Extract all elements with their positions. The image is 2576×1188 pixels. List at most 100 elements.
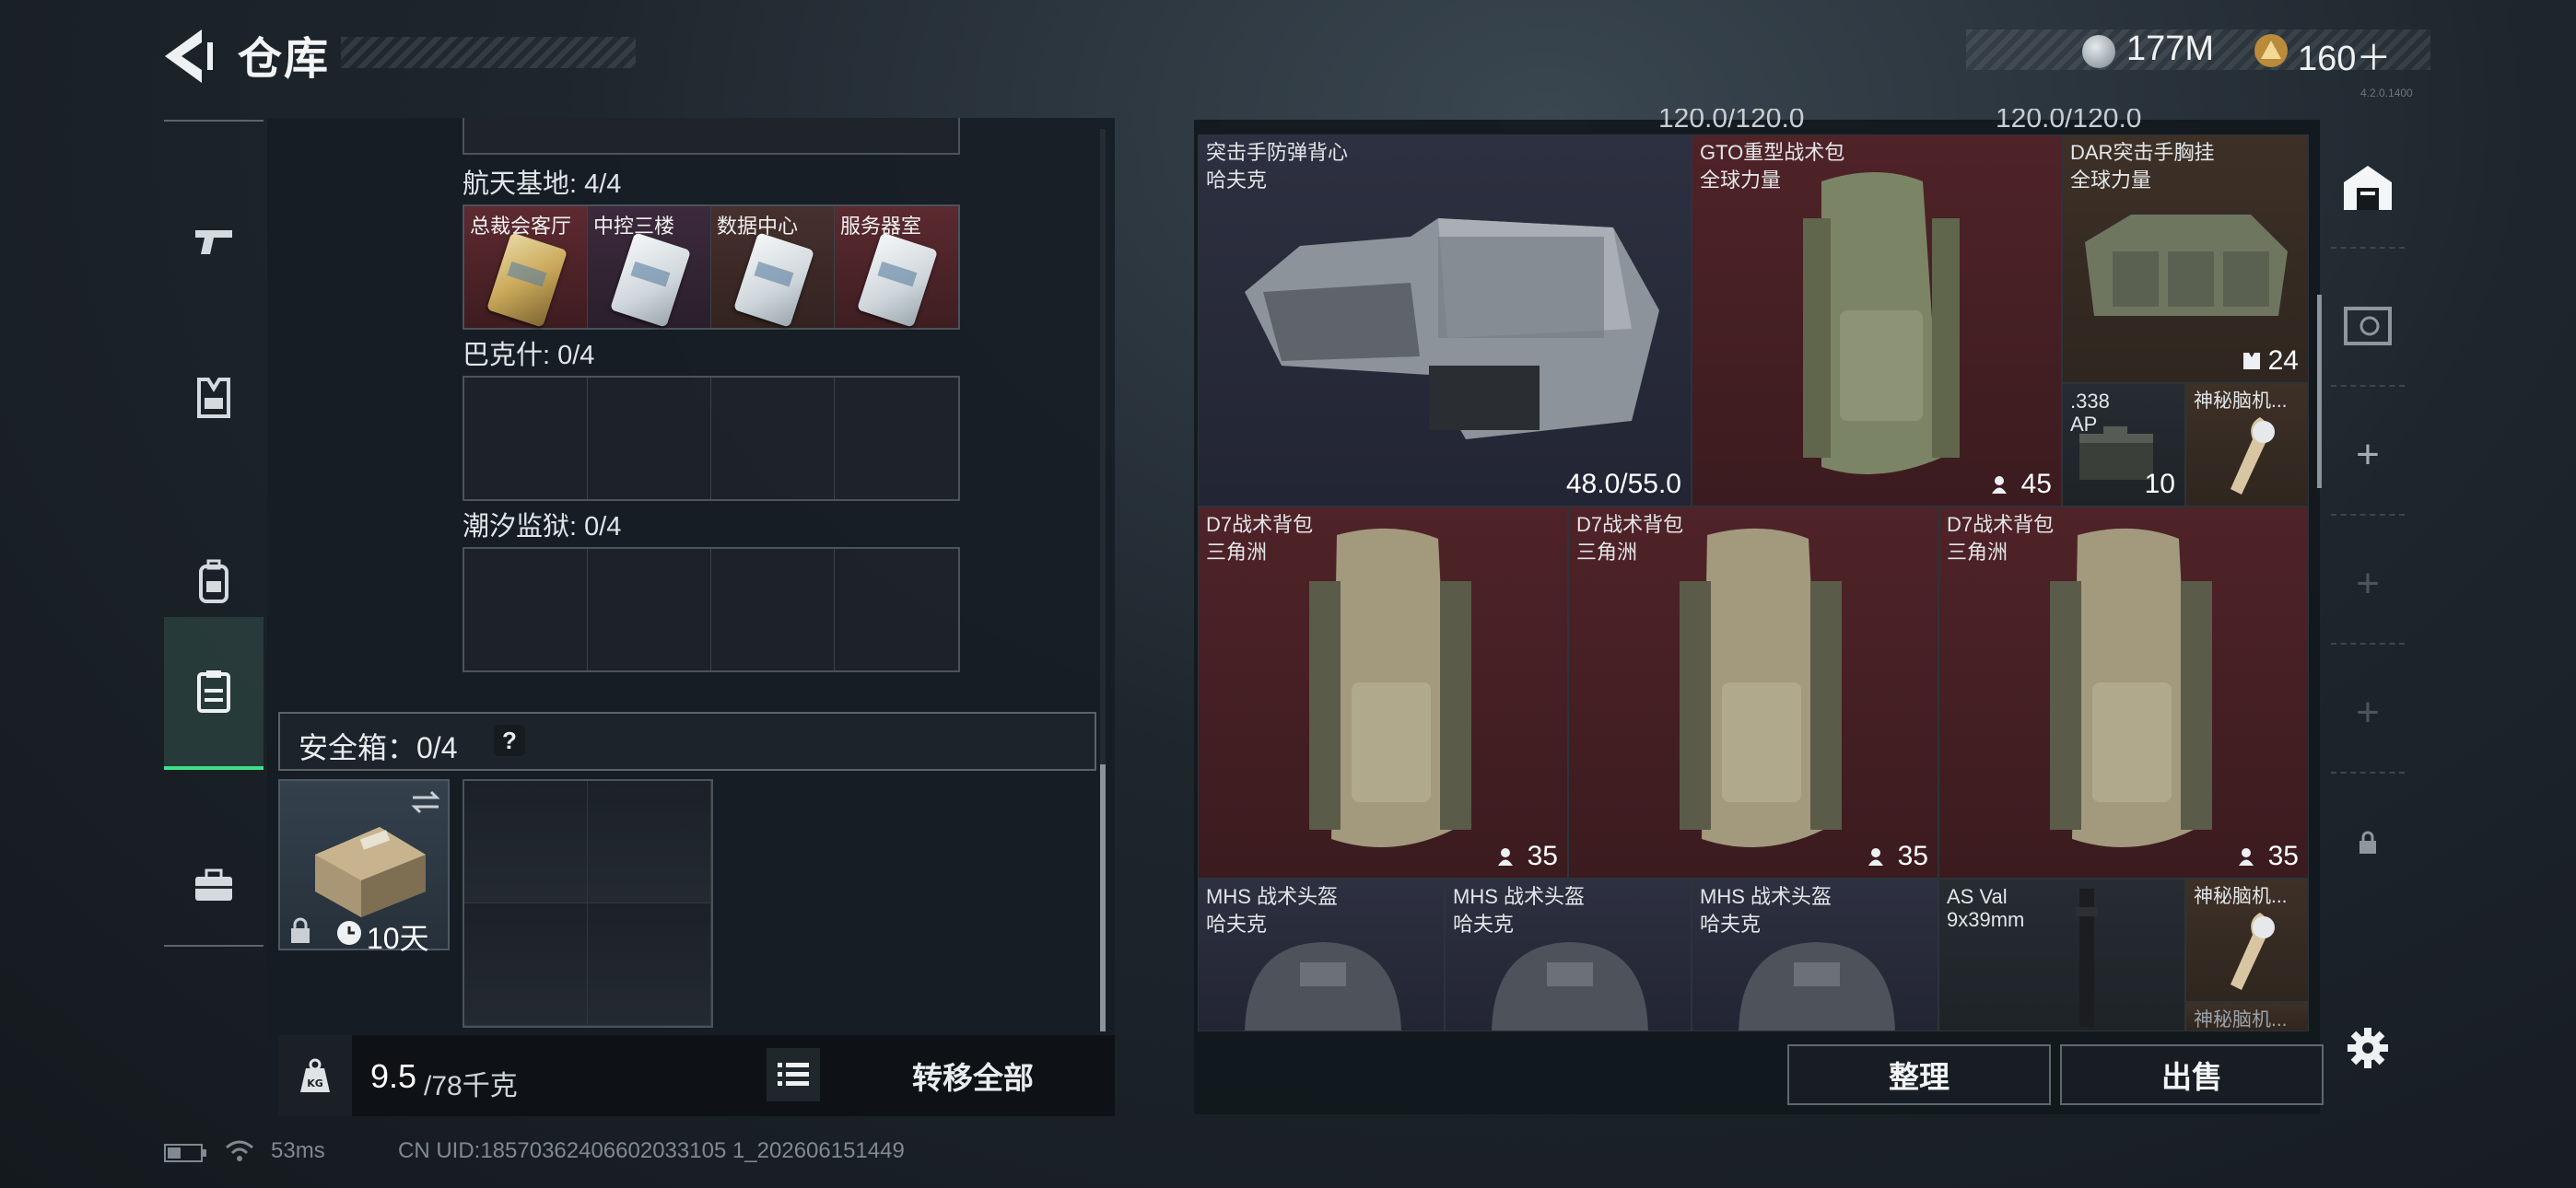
add-storage-button[interactable]: + [2331,396,2405,516]
item-mystery-brain-chip[interactable]: 神秘脑机... [2185,383,2309,507]
storage-tab-main[interactable] [2331,129,2405,249]
item-gto-bag[interactable]: GTO重型战术包 全球力量 45 [1692,134,2062,507]
storage-tab-safe[interactable] [2331,267,2405,387]
empty-slot[interactable] [711,378,835,499]
item-brand: 三角洲 [1206,541,1268,564]
help-button[interactable]: ? [494,725,525,756]
keycard-slot[interactable]: 总裁会客厅 [464,206,588,328]
item-d7-backpack[interactable]: D7战术背包 三角洲 35 [1938,507,2309,879]
empty-slot[interactable] [588,903,711,1026]
empty-slot[interactable] [835,549,958,670]
item-dar-chest-rig[interactable]: DAR突击手胸挂 全球力量 24 [2062,134,2309,383]
item-brand: 哈夫克 [1206,913,1268,936]
warehouse-icon [2344,166,2392,210]
title-decoration [341,37,636,68]
lock-icon [291,917,310,943]
item-338-ammo[interactable]: .338 AP 10 [2062,383,2185,507]
inventory-scrollbar[interactable] [2317,295,2322,488]
item-name: MHS 战术头盔 [1453,885,1586,908]
currency-silver-value: 177M [2126,29,2215,68]
back-button[interactable] [161,26,217,87]
item-count: 10 [2144,469,2175,499]
backpack-icon [199,559,228,603]
swap-icon[interactable] [409,788,442,816]
transfer-all-button[interactable]: 转移全部 [831,1035,1115,1116]
tab-containers[interactable] [164,617,263,770]
category-sidebar [164,120,263,947]
keycard-slot[interactable]: 中控三楼 [588,206,711,328]
item-brand: 三角洲 [1947,541,2008,564]
gold-keycard-icon [486,232,568,328]
item-name: DAR突击手胸挂 [2070,141,2215,164]
storage-tab-column: + + + [2331,129,2405,1050]
keycard-icon [609,232,692,328]
vest-icon [197,378,230,418]
item-brand: 全球力量 [1700,169,1782,192]
organize-button[interactable]: 整理 [1787,1044,2051,1105]
empty-slot[interactable] [464,903,588,1026]
vest-small-icon [2243,353,2260,369]
item-count: 35 [1527,841,1558,871]
bakhsh-keycard-grid [463,376,960,501]
item-d7-backpack[interactable]: D7战术背包 三角洲 35 [1568,507,1938,879]
item-mhs-helmet[interactable]: MHS 战术头盔 哈夫克 [1445,879,1692,1031]
tab-armor[interactable] [164,352,263,444]
page-title: 仓库 [238,35,331,84]
tab-items[interactable] [164,840,263,932]
add-storage-button[interactable]: + [2331,525,2405,645]
empty-slot[interactable] [588,781,711,903]
clipboard-icon [197,670,230,713]
item-name: AS Val [1947,885,2008,908]
item-d7-backpack[interactable]: D7战术背包 三角洲 35 [1198,507,1568,879]
item-mystery-brain-chip[interactable]: 神秘脑机... [2185,879,2309,1002]
weight-icon: KG [300,1058,330,1092]
empty-slot[interactable] [835,378,958,499]
safe-box-item[interactable]: 10天 [278,779,450,955]
svg-text:KG: KG [307,1077,323,1089]
empty-slot[interactable] [464,378,588,499]
item-count: 24 [2267,345,2299,376]
backpack-item-icon [1309,528,1471,847]
item-mystery-brain-chip[interactable]: 神秘脑机... [2185,1002,2309,1031]
wifi-icon [225,1138,254,1164]
item-name: GTO重型战术包 [1700,141,1845,164]
keycard-slot[interactable]: 数据中心 [711,206,835,328]
pawn-icon [1992,476,2007,494]
list-icon [778,1063,809,1086]
list-view-button[interactable] [767,1048,820,1101]
keycard-icon [732,232,815,328]
helmet-icon [1492,942,1648,1031]
item-as-val[interactable]: AS Val 9x39mm [1938,879,2185,1031]
settings-button[interactable] [2346,1026,2390,1070]
tab-weapons[interactable] [164,195,263,287]
back-arrow-icon [165,29,213,83]
gold-triangle-coin-icon [2254,33,2289,68]
empty-slot[interactable] [711,549,835,670]
empty-slot[interactable] [588,378,711,499]
item-mhs-helmet[interactable]: MHS 战术头盔 哈夫克 [1692,879,1938,1031]
partial-durability: 120.0/120.0 [1658,109,1805,134]
sell-button[interactable]: 出售 [2060,1044,2324,1105]
backpack-item-icon [2050,528,2212,847]
safe-box-grid [463,779,713,1028]
tide-prison-keycard-grid [463,547,960,672]
empty-slot[interactable] [588,549,711,670]
left-scrollbar-thumb[interactable] [1100,764,1106,1031]
brain-chip-icon [2231,913,2275,990]
safe-box-header: 安全箱：0/4 ? [278,712,1096,771]
weight-icon-box: KG [278,1035,352,1116]
lock-icon [2359,831,2376,854]
item-name: 神秘脑机... [2194,390,2288,412]
item-mhs-helmet[interactable]: MHS 战术头盔 哈夫克 [1198,879,1445,1031]
empty-slot[interactable] [464,781,588,903]
helmet-icon [1245,942,1401,1031]
pawn-icon [1868,848,1883,866]
weight-current: 9.5 [370,1057,417,1095]
item-count: 45 [2020,469,2052,499]
item-assault-vest[interactable]: 突击手防弹背心 哈夫克 48.0/55.0 [1198,134,1692,507]
previous-row-partial: 120.0/120.0 120.0/120.0 [1198,109,2309,134]
empty-slot[interactable] [464,549,588,670]
keycard-slot[interactable]: 服务器室 [835,206,958,328]
add-storage-button[interactable]: + [2331,654,2405,774]
previous-section-grid [463,118,960,155]
